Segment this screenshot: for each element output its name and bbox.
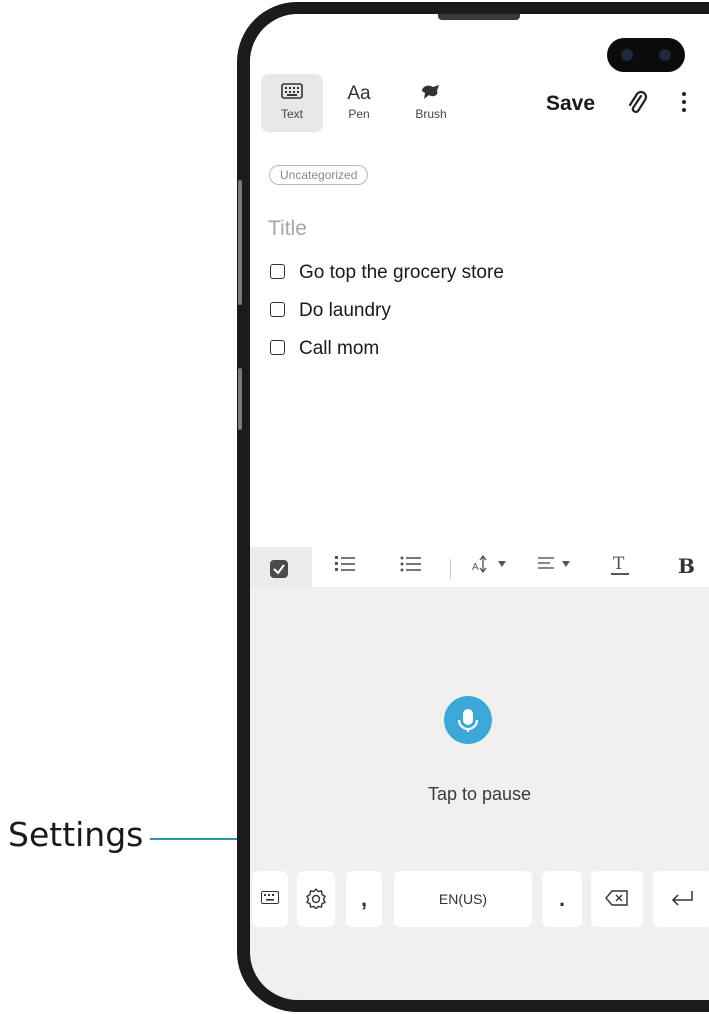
text-mode-button[interactable]: Text [261, 74, 323, 132]
microphone-button[interactable] [444, 696, 492, 744]
backspace-key[interactable] [591, 871, 643, 927]
settings-key[interactable] [297, 871, 335, 927]
title-placeholder[interactable]: Title [268, 217, 307, 241]
enter-key[interactable] [653, 871, 709, 927]
keyboard-icon [261, 891, 279, 907]
svg-text:A: A [472, 562, 479, 573]
period-key[interactable]: . [542, 871, 582, 927]
bullet-list-icon[interactable] [400, 554, 422, 579]
text-color-icon[interactable]: T [610, 554, 630, 581]
checkbox[interactable] [270, 302, 285, 317]
brush-icon [400, 83, 462, 105]
brush-mode-button[interactable]: Brush [400, 74, 462, 132]
attach-icon[interactable] [626, 90, 648, 116]
checklist-item[interactable]: Go top the grocery store [270, 262, 504, 284]
bold-button[interactable]: B [678, 554, 695, 578]
checkbox[interactable] [270, 264, 285, 279]
checklist-item[interactable]: Call mom [270, 338, 379, 360]
toolbar-divider [450, 559, 451, 579]
settings-callout-label: Settings [8, 815, 144, 854]
gear-icon [305, 887, 327, 912]
language-space-key[interactable]: EN(US) [394, 871, 532, 927]
pen-text-icon: Aa [347, 83, 371, 104]
checklist-toggle-icon[interactable] [270, 560, 288, 578]
brush-mode-label: Brush [415, 107, 447, 121]
speaker-grille [438, 14, 520, 20]
more-options-icon[interactable] [681, 92, 687, 114]
front-camera [607, 38, 685, 72]
comma-key[interactable]: , [346, 871, 382, 927]
volume-button [238, 180, 242, 305]
text-mode-label: Text [280, 107, 303, 121]
voice-status-text: Tap to pause [427, 784, 532, 804]
phone-screen: Text Aa Pen Brush Save Uncategorized Tit… [250, 14, 709, 1000]
svg-text:T: T [613, 554, 625, 574]
category-chip[interactable]: Uncategorized [269, 165, 369, 185]
checklist-item[interactable]: Do laundry [270, 300, 391, 322]
pen-mode-button[interactable]: Aa Pen [328, 74, 390, 132]
keyboard-switch-key[interactable] [252, 871, 288, 927]
checkbox[interactable] [270, 340, 285, 355]
numbered-list-icon[interactable] [334, 554, 356, 579]
align-icon[interactable] [537, 554, 579, 579]
backspace-icon [605, 889, 629, 909]
font-size-icon[interactable]: A [472, 554, 514, 579]
enter-icon [670, 889, 696, 910]
power-button [238, 368, 242, 430]
keyboard-icon [261, 83, 323, 105]
pen-mode-label: Pen [348, 107, 370, 121]
save-button[interactable]: Save [546, 92, 595, 116]
